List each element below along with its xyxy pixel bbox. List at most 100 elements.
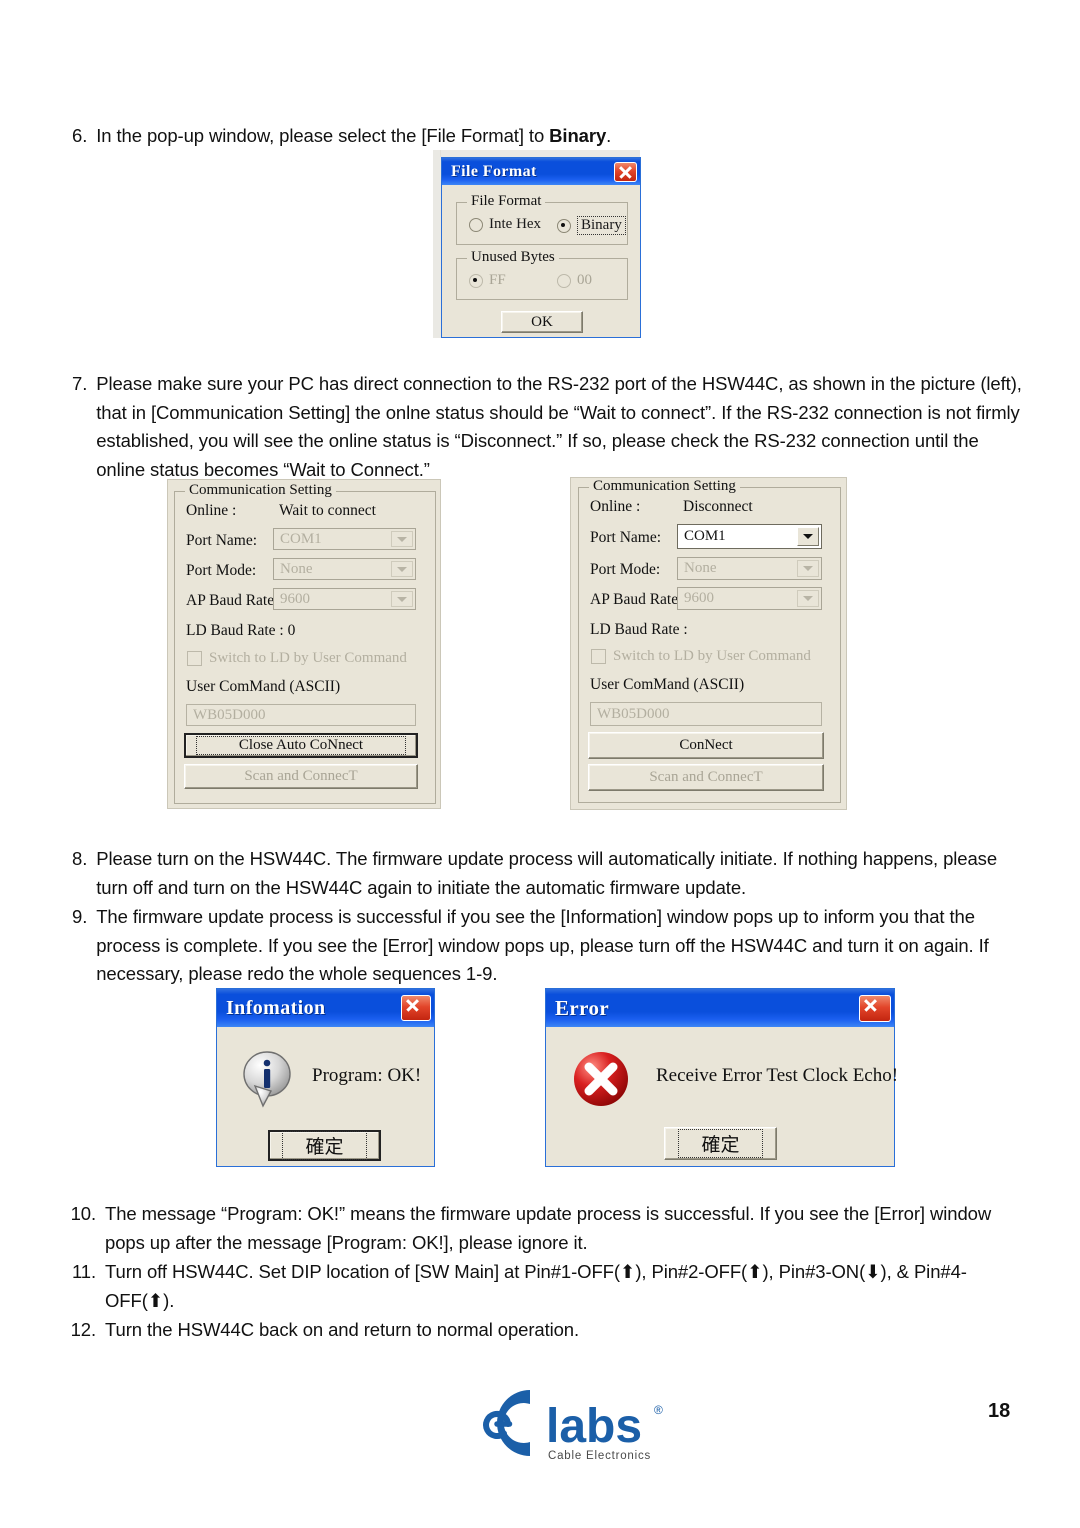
step-8: 8. Please turn on the HSW44C. The firmwa… (72, 845, 1017, 902)
step-number: 8. (72, 848, 88, 869)
comm-left-switch-to-ld-label: Switch to LD by User Command (209, 650, 407, 666)
comm-right-connect-button[interactable]: ConNect (588, 732, 824, 759)
radio-ff-label: FF (489, 272, 506, 288)
step-number: 11. (71, 1261, 96, 1282)
step-text: Please make sure your PC has direct conn… (96, 373, 1022, 480)
file-format-ok-label: OK (531, 313, 553, 330)
comm-left-port-mode-label: Port Mode: (186, 562, 257, 579)
step-number: 7. (72, 373, 88, 394)
comm-right-port-name-label: Port Name: (590, 529, 662, 546)
file-format-title: File Format (451, 162, 537, 180)
comm-left-close-auto-connect-button[interactable]: Close Auto CoNnect (184, 733, 418, 758)
file-format-dialog: File Format File Format Inte Hex Binary … (441, 157, 641, 338)
comm-left-ld-baud-label: LD Baud Rate : 0 (186, 622, 296, 639)
file-format-group-legend: File Format (467, 193, 546, 210)
comm-right-port-name-value: COM1 (684, 528, 726, 544)
comm-right-port-mode-value: None (684, 560, 717, 576)
step-text-bold: Binary (549, 125, 607, 146)
file-format-titlebar: File Format (442, 158, 640, 185)
step-number: 10. (70, 1203, 97, 1224)
chevron-down-icon[interactable] (391, 561, 413, 577)
close-icon[interactable] (614, 161, 637, 182)
chevron-down-icon[interactable] (797, 527, 819, 546)
comm-right-switch-to-ld-checkbox[interactable]: Switch to LD by User Command (591, 648, 811, 665)
communication-setting-right-window: Communication Setting Online : Disconnec… (570, 477, 847, 810)
comm-left-port-mode-combo[interactable]: None (273, 558, 416, 580)
step-text: In the pop-up window, please select the … (96, 122, 1012, 151)
ce-labs-logo: labs ® Cable Electronics (468, 1380, 698, 1466)
ce-labs-wordmark: labs (546, 1400, 642, 1453)
comm-right-online-label: Online : (590, 498, 641, 515)
comm-right-scan-and-connect-label: Scan and ConnecT (649, 769, 763, 785)
comm-right-legend: Communication Setting (589, 478, 740, 495)
background-window-artifact-top (440, 150, 640, 157)
communication-setting-left-window: Communication Setting Online : Wait to c… (167, 479, 441, 809)
step-7: 7. Please make sure your PC has direct c… (72, 370, 1027, 484)
radio-dot-icon (557, 218, 571, 233)
page-number: 18 (988, 1400, 1011, 1422)
step-12: 12. Turn the HSW44C back on and return t… (62, 1316, 997, 1345)
comm-left-scan-and-connect-button[interactable]: Scan and ConnecT (184, 764, 418, 789)
comm-right-port-mode-combo[interactable]: None (677, 557, 822, 580)
chevron-down-icon[interactable] (391, 531, 413, 547)
information-dialog: Infomation Program: OK! 確定 (216, 988, 435, 1167)
comm-left-ap-baud-combo[interactable]: 9600 (273, 588, 416, 610)
radio-dot-icon (469, 273, 483, 288)
comm-left-legend: Communication Setting (185, 482, 336, 499)
step-text: Turn off HSW44C. Set DIP location of [SW… (105, 1261, 967, 1311)
comm-left-user-command-label: User ComMand (ASCII) (186, 678, 341, 695)
radio-inte-hex-label: Inte Hex (489, 216, 542, 232)
checkbox-icon (591, 649, 606, 664)
radio-dot-icon (469, 217, 483, 232)
step-text: Please turn on the HSW44C. The firmware … (96, 848, 998, 898)
comm-left-port-name-combo[interactable]: COM1 (273, 528, 416, 550)
information-titlebar: Infomation (217, 989, 434, 1027)
comm-left-ap-baud-value: 9600 (280, 590, 310, 607)
error-body: Receive Error Test Clock Echo! 確定 (546, 1027, 898, 1166)
comm-left-user-command-input[interactable]: WB05D000 (186, 704, 416, 726)
chevron-down-icon[interactable] (797, 560, 819, 577)
ce-labs-tagline: Cable Electronics (548, 1450, 651, 1462)
file-format-body: File Format Inte Hex Binary Unused Bytes… (442, 185, 640, 337)
radio-ff[interactable]: FF (469, 272, 506, 289)
radio-binary-label: Binary (577, 216, 626, 235)
comm-left-user-command-value: WB05D000 (193, 706, 266, 723)
information-title: Infomation (226, 996, 326, 1019)
close-icon[interactable] (859, 994, 891, 1022)
unused-bytes-group: Unused Bytes FF 00 (456, 249, 628, 300)
step-text-before: In the pop-up window, please select the … (96, 125, 550, 146)
step-number: 6. (72, 125, 88, 146)
comm-right-ap-baud-combo[interactable]: 9600 (677, 587, 822, 610)
comm-right-connect-label: ConNect (679, 737, 733, 753)
error-ok-button[interactable]: 確定 (664, 1127, 777, 1160)
comm-left-port-name-label: Port Name: (186, 532, 258, 549)
error-titlebar: Error (546, 989, 894, 1027)
information-ok-button[interactable]: 確定 (268, 1130, 381, 1161)
radio-00[interactable]: 00 (557, 272, 592, 289)
file-format-ok-button[interactable]: OK (501, 311, 583, 333)
ce-labs-logo-mark: labs ® Cable Electronics (483, 1390, 663, 1462)
radio-inte-hex[interactable]: Inte Hex (469, 216, 541, 233)
error-message: Receive Error Test Clock Echo! (656, 1065, 899, 1086)
comm-left-online-label: Online : (186, 502, 237, 519)
information-ok-label: 確定 (282, 1131, 367, 1160)
comm-left-switch-to-ld-checkbox[interactable]: Switch to LD by User Command (187, 650, 407, 667)
error-dialog: Error Receive Error Test Clock Echo! 確定 (545, 988, 898, 1167)
step-text: Turn the HSW44C back on and return to no… (105, 1319, 580, 1340)
comm-right-scan-and-connect-button[interactable]: Scan and ConnecT (588, 764, 824, 791)
step-number: 12. (70, 1319, 97, 1340)
comm-right-port-name-combo[interactable]: COM1 (677, 524, 822, 549)
close-icon[interactable] (401, 995, 431, 1021)
comm-right-user-command-label: User ComMand (ASCII) (590, 676, 745, 693)
comm-right-switch-to-ld-label: Switch to LD by User Command (613, 648, 811, 664)
comm-left-scan-and-connect-label: Scan and ConnecT (244, 768, 358, 784)
comm-right-ap-baud-value: 9600 (684, 590, 714, 606)
chevron-down-icon[interactable] (391, 591, 413, 607)
step-text-after: . (606, 125, 612, 146)
radio-00-label: 00 (577, 272, 592, 288)
chevron-down-icon[interactable] (797, 590, 819, 607)
comm-left-port-name-value: COM1 (280, 530, 322, 547)
comm-right-user-command-input[interactable]: WB05D000 (590, 702, 822, 726)
comm-left-online-value: Wait to connect (279, 502, 376, 519)
radio-binary[interactable]: Binary (557, 216, 626, 235)
